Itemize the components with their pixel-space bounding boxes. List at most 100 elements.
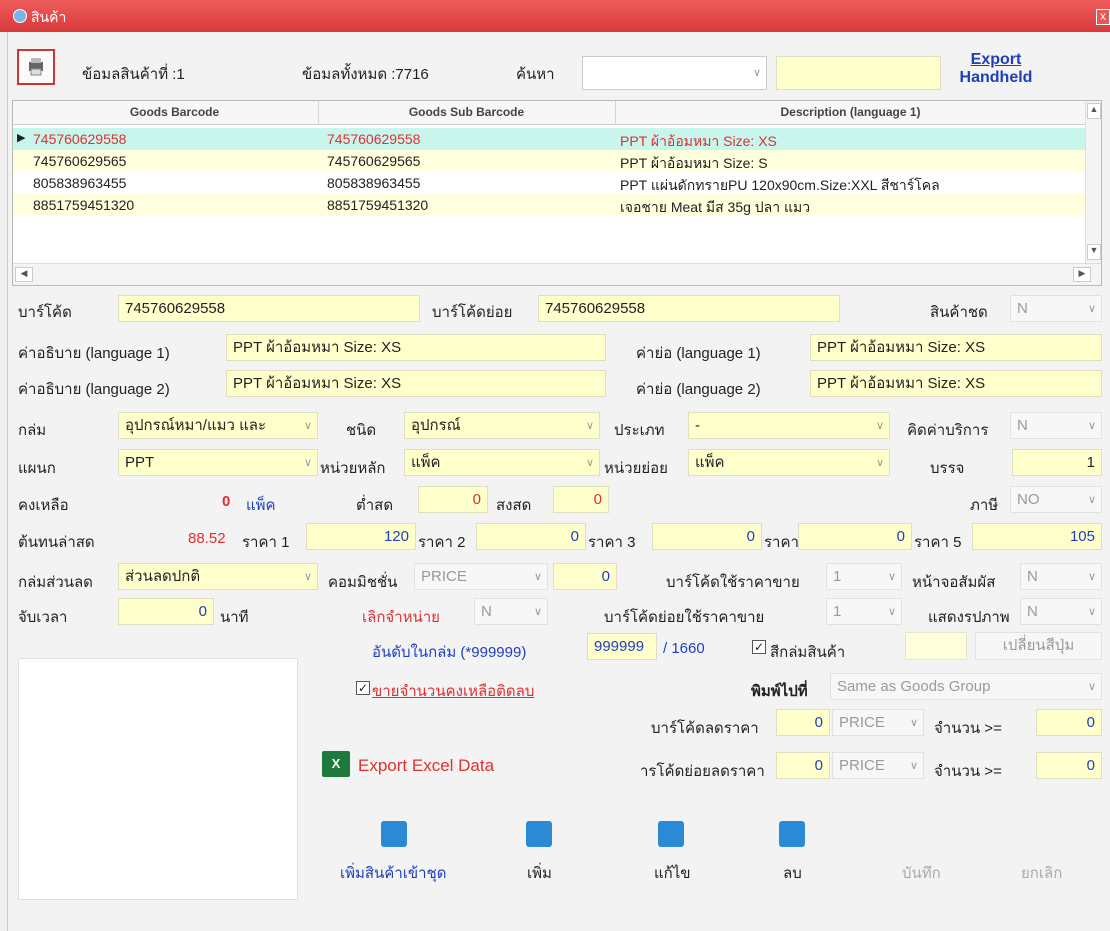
pack-input[interactable]: 1 xyxy=(1012,449,1102,476)
scroll-left-icon[interactable]: ◀ xyxy=(15,267,33,282)
change-color-button[interactable]: เปลี่ยนสีปุ่ม xyxy=(975,632,1102,660)
chevron-down-icon: ∨ xyxy=(875,457,884,469)
close-button[interactable]: x xyxy=(1096,9,1110,25)
discount-group-select[interactable]: ส่วนลดปกติ ∨ xyxy=(118,563,318,590)
tax-select[interactable]: NO ∨ xyxy=(1010,486,1102,513)
edit-icon[interactable] xyxy=(658,821,684,847)
service-label: คิดค่าบริการ xyxy=(907,422,989,439)
horizontal-scrollbar[interactable]: ◀ ▶ xyxy=(13,263,1101,285)
add-to-set-button[interactable]: เพิ่มสินค้าเข้าชุด xyxy=(340,861,447,885)
cancel-button[interactable]: ยกเลิก xyxy=(1021,861,1062,885)
disc-barcode-mode-select[interactable]: PRICE ∨ xyxy=(832,709,924,736)
search-field-dropdown[interactable]: ∨ xyxy=(582,56,767,90)
export-excel-button[interactable]: Export Excel Data xyxy=(358,756,494,776)
record-number-label: ข้อมลสินค้าที่ :1 xyxy=(82,66,185,83)
touch-select[interactable]: N ∨ xyxy=(1020,563,1102,590)
price3-input[interactable]: 0 xyxy=(652,523,762,550)
goods-grid[interactable]: Goods Barcode Goods Sub Barcode Descript… xyxy=(12,100,1102,286)
color-swatch[interactable] xyxy=(905,632,967,660)
price5-input[interactable]: 105 xyxy=(972,523,1102,550)
disc-sub-input[interactable]: 0 xyxy=(776,752,830,779)
service-select[interactable]: N ∨ xyxy=(1010,412,1102,439)
table-row[interactable]: 745760629565 745760629565 PPT ผ้าอ้อมหมา… xyxy=(13,150,1085,172)
sub-barcode-input[interactable]: 745760629558 xyxy=(538,295,840,322)
search-label: ค้นหา xyxy=(516,66,555,83)
edit-button[interactable]: แก้ไข xyxy=(654,861,691,885)
delete-icon[interactable] xyxy=(779,821,805,847)
group-color-checkbox[interactable]: ✓ xyxy=(752,640,766,654)
print-to-select[interactable]: Same as Goods Group ∨ xyxy=(830,673,1102,700)
chevron-down-icon: ∨ xyxy=(1087,420,1096,432)
min-input[interactable]: 0 xyxy=(418,486,488,513)
negative-stock-checkbox[interactable]: ✓ xyxy=(356,681,370,695)
cell-sub-barcode: 805838963455 xyxy=(327,175,421,191)
commission-select[interactable]: PRICE ∨ xyxy=(414,563,548,590)
column-header[interactable]: Goods Sub Barcode xyxy=(319,105,614,119)
export-handheld-line2: Handheld xyxy=(959,69,1033,86)
disc-sub-mode-select[interactable]: PRICE ∨ xyxy=(832,752,924,779)
touch-label: หน้าจอสัมผัส xyxy=(912,574,996,591)
barcode-input[interactable]: 745760629558 xyxy=(118,295,420,322)
main-unit-select[interactable]: แพ็ค ∨ xyxy=(404,449,600,476)
price4-input[interactable]: 0 xyxy=(798,523,912,550)
scroll-up-icon[interactable]: ▲ xyxy=(1087,103,1101,119)
time-input[interactable]: 0 xyxy=(118,598,214,625)
dept-label: แผนก xyxy=(18,460,56,477)
total-records-label: ข้อมลทั้งหมด :7716 xyxy=(302,66,429,83)
max-input[interactable]: 0 xyxy=(553,486,609,513)
product-image-box[interactable] xyxy=(18,658,298,900)
table-row[interactable]: ▶ 745760629558 745760629558 PPT ผ้าอ้อมห… xyxy=(13,128,1085,150)
group-select[interactable]: อุปกรณ์หมา/แมว และ ∨ xyxy=(118,412,318,439)
set-item-select[interactable]: N ∨ xyxy=(1010,295,1102,322)
short2-input[interactable]: PPT ผ้าอ้อมหมา Size: XS xyxy=(810,370,1102,397)
sub-unit-select[interactable]: แพ็ค ∨ xyxy=(688,449,890,476)
show-image-select[interactable]: N ∨ xyxy=(1020,598,1102,625)
disc-qty-input[interactable]: 0 xyxy=(1036,709,1102,736)
delete-button[interactable]: ลบ xyxy=(783,861,802,885)
search-input[interactable] xyxy=(776,56,941,90)
type-value: อุปกรณ์ xyxy=(411,417,461,434)
column-header[interactable]: Goods Barcode xyxy=(33,105,316,119)
sub-unit-value: แพ็ค xyxy=(695,454,725,471)
barcode-price-label: บาร์โค้ดใช้ราคาขาย xyxy=(666,574,800,591)
type-label: ชนิด xyxy=(346,422,377,439)
scroll-right-icon[interactable]: ▶ xyxy=(1073,267,1091,282)
price1-input[interactable]: 120 xyxy=(306,523,416,550)
vertical-scrollbar[interactable]: ▲ ▼ xyxy=(1085,101,1101,263)
min-label: ต่ำสด xyxy=(356,497,394,514)
disc-barcode-input[interactable]: 0 xyxy=(776,709,830,736)
disc-sub-mode-value: PRICE xyxy=(839,757,885,774)
scroll-down-icon[interactable]: ▼ xyxy=(1087,244,1101,260)
desc1-input[interactable]: PPT ผ้าอ้อมหมา Size: XS xyxy=(226,334,606,361)
add-icon[interactable] xyxy=(526,821,552,847)
order-input[interactable]: 999999 xyxy=(587,633,657,660)
chevron-down-icon: ∨ xyxy=(887,571,896,583)
commission-amount-input[interactable]: 0 xyxy=(553,563,617,590)
sub-barcode-price-select[interactable]: 1 ∨ xyxy=(826,598,902,625)
dept-value: PPT xyxy=(125,454,155,471)
group-value: อุปกรณ์หมา/แมว และ xyxy=(125,417,267,434)
short1-input[interactable]: PPT ผ้าอ้อมหมา Size: XS xyxy=(810,334,1102,361)
price2-input[interactable]: 0 xyxy=(476,523,586,550)
category-select[interactable]: - ∨ xyxy=(688,412,890,439)
chevron-down-icon: ∨ xyxy=(585,457,594,469)
desc2-input[interactable]: PPT ผ้าอ้อมหมา Size: XS xyxy=(226,370,606,397)
disc-sub-qty-label: จำนวน >= xyxy=(934,763,1002,780)
dept-select[interactable]: PPT ∨ xyxy=(118,449,318,476)
price2-label: ราคา 2 xyxy=(418,534,466,551)
add-to-set-icon[interactable] xyxy=(381,821,407,847)
excel-icon[interactable]: X xyxy=(322,751,350,777)
barcode-price-select[interactable]: 1 ∨ xyxy=(826,563,902,590)
disc-sub-qty-input[interactable]: 0 xyxy=(1036,752,1102,779)
desc1-label: ค่าอธิบาย (language 1) xyxy=(18,345,170,362)
add-button[interactable]: เพิ่ม xyxy=(527,861,552,885)
price1-label: ราคา 1 xyxy=(242,534,290,551)
table-row[interactable]: 8851759451320 8851759451320 เจอชาย Meat … xyxy=(13,194,1085,216)
discontinue-select[interactable]: N ∨ xyxy=(474,598,548,625)
save-button[interactable]: บันทึก xyxy=(902,861,941,885)
table-row[interactable]: 805838963455 805838963455 PPT แผ่นดักทรา… xyxy=(13,172,1085,194)
print-button[interactable] xyxy=(17,49,55,85)
type-select[interactable]: อุปกรณ์ ∨ xyxy=(404,412,600,439)
column-header[interactable]: Description (language 1) xyxy=(616,105,1085,119)
export-handheld-link[interactable]: Export Handheld xyxy=(948,51,1044,87)
